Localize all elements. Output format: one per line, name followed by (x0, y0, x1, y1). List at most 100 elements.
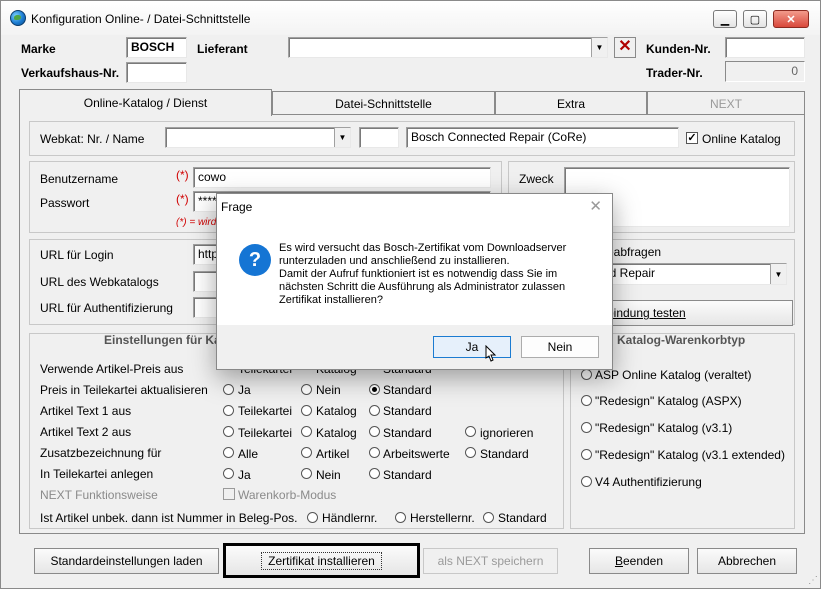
radio-button[interactable] (301, 384, 312, 395)
zertifikat-installieren-button[interactable]: Zertifikat installieren (223, 543, 420, 578)
radio-button[interactable] (223, 384, 234, 395)
option-label: Ja (238, 383, 251, 397)
warenkorb-option: "Redesign" Katalog (ASPX) (595, 394, 742, 408)
benutzername-field[interactable]: cowo (193, 167, 491, 188)
unbek-label: Ist Artikel unbek. dann ist Nummer in Be… (40, 511, 298, 525)
kunden-nr-label: Kunden-Nr. (646, 42, 711, 56)
option-label: Teilekartei (238, 426, 293, 440)
standardeinstellungen-laden-button[interactable]: Standardeinstellungen laden (34, 548, 219, 574)
tab-extra[interactable]: Extra (495, 91, 647, 115)
ja-button[interactable]: Ja (433, 336, 511, 358)
radio-button[interactable] (369, 426, 380, 437)
radio-button[interactable] (307, 512, 318, 523)
radio-button[interactable] (369, 468, 380, 479)
radio-button[interactable] (369, 405, 380, 416)
url-webkatalog-label: URL des Webkatalogs (40, 275, 159, 289)
zertifikat-installieren-label: Zertifikat installieren (261, 551, 382, 570)
question-icon: ? (239, 244, 271, 276)
option-label: Standard (498, 511, 547, 525)
dialog-message-line: nächsten Schritt die Ausführung als Admi… (279, 281, 566, 293)
settings-title: Einstellungen für Ka (104, 333, 221, 347)
nein-button[interactable]: Nein (521, 336, 599, 358)
radio-button[interactable] (581, 395, 592, 406)
webkat-code-field[interactable] (359, 127, 399, 148)
radio-button[interactable] (301, 405, 312, 416)
option-label: Standard (383, 404, 432, 418)
close-window-button[interactable]: ✕ (773, 10, 809, 28)
dialog-message-line: Zertifikat installieren? (279, 294, 383, 306)
option-label: Händlernr. (322, 511, 378, 525)
setting-label: Zusatzbezeichnung für (40, 446, 162, 460)
verkaufshaus-label: Verkaufshaus-Nr. (21, 66, 120, 80)
minimize-button[interactable]: ▁ (713, 10, 737, 28)
option-label: Standard (383, 468, 432, 482)
radio-button-selected[interactable] (369, 384, 380, 395)
setting-label: Artikel Text 2 aus (40, 425, 132, 439)
option-label: Alle (238, 447, 259, 461)
option-label: Katalog (316, 404, 357, 418)
lieferant-combobox[interactable]: ▼ (288, 37, 608, 58)
radio-button[interactable] (581, 476, 592, 487)
warenkorb-title: Katalog-Warenkorbtyp (617, 333, 746, 347)
option-label: Artikel (316, 447, 350, 461)
tab-online-katalog[interactable]: Online-Katalog / Dienst (19, 89, 272, 116)
radio-button[interactable] (465, 447, 476, 458)
chevron-down-icon[interactable]: ▼ (770, 264, 786, 284)
warenkorb-option: "Redesign" Katalog (v3.1 extended) (595, 448, 785, 462)
chevron-down-icon[interactable]: ▼ (334, 128, 350, 147)
online-katalog-checkbox[interactable]: ✓ (686, 132, 698, 144)
tab-next: NEXT (647, 91, 805, 115)
dialog-message-line: Damit der Aufruf funktioniert ist es not… (279, 268, 558, 280)
radio-button[interactable] (301, 447, 312, 458)
webkat-name-field[interactable]: Bosch Connected Repair (CoRe) (406, 127, 679, 148)
radio-button[interactable] (483, 512, 494, 523)
close-icon[interactable]: ✕ (589, 197, 602, 215)
warenkorb-option: "Redesign" Katalog (v3.1) (595, 421, 733, 435)
option-label: Standard (480, 447, 529, 461)
dialog-message: Es wird versucht das Bosch-Zertifikat vo… (279, 242, 599, 307)
warenkorb-option: V4 Authentifizierung (595, 475, 702, 489)
beenden-button[interactable]: Beenden (589, 548, 689, 574)
katalog-select[interactable]: ed Repair ▼ (598, 263, 787, 285)
warenkorb-option: ASP Online Katalog (veraltet) (595, 368, 752, 382)
radio-button[interactable] (465, 426, 476, 437)
setting-label: Preis in Teilekartei aktualisieren (40, 383, 208, 397)
radio-button[interactable] (223, 447, 234, 458)
radio-button[interactable] (581, 422, 592, 433)
resize-grip-icon[interactable]: ⋰ (808, 575, 818, 586)
required-mark: (*) (176, 168, 189, 182)
webkat-label: Webkat: Nr. / Name (40, 132, 145, 146)
zweck-label: Zweck (519, 172, 554, 186)
verbindung-testen-label: rbindung testen (603, 306, 686, 320)
radio-button[interactable] (581, 449, 592, 460)
online-katalog-label: Online Katalog (702, 132, 781, 146)
radio-button[interactable] (395, 512, 406, 523)
lieferant-label: Lieferant (197, 42, 248, 56)
radio-button[interactable] (369, 447, 380, 458)
url-login-label: URL für Login (40, 248, 114, 262)
beenden-label: Beenden (614, 554, 664, 568)
abbrechen-button[interactable]: Abbrechen (697, 548, 797, 574)
radio-button[interactable] (223, 405, 234, 416)
marke-field[interactable]: BOSCH (126, 37, 187, 58)
maximize-button[interactable]: ▢ (743, 10, 767, 28)
radio-button[interactable] (223, 426, 234, 437)
verkaufshaus-field[interactable] (126, 62, 187, 83)
radio-button[interactable] (301, 426, 312, 437)
passwort-label: Passwort (40, 196, 90, 210)
radio-button[interactable] (581, 369, 592, 380)
option-label: Katalog (316, 426, 357, 440)
webkat-nr-combobox[interactable]: ▼ (165, 127, 351, 148)
verbindung-testen-button[interactable]: rbindung testen (598, 300, 793, 326)
tab-datei-schnittstelle[interactable]: Datei-Schnittstelle (272, 91, 495, 115)
option-label: Arbeitswerte (383, 447, 450, 461)
radio-button[interactable] (301, 468, 312, 479)
benutzername-label: Benutzername (40, 172, 119, 186)
kunden-nr-field[interactable] (725, 37, 805, 58)
trader-nr-label: Trader-Nr. (646, 66, 703, 80)
mouse-cursor-icon (485, 345, 497, 362)
chevron-down-icon[interactable]: ▼ (591, 38, 607, 57)
dialog-footer: Ja Nein (217, 325, 612, 369)
clear-lieferant-button[interactable]: ✕ (614, 37, 636, 58)
radio-button[interactable] (223, 468, 234, 479)
